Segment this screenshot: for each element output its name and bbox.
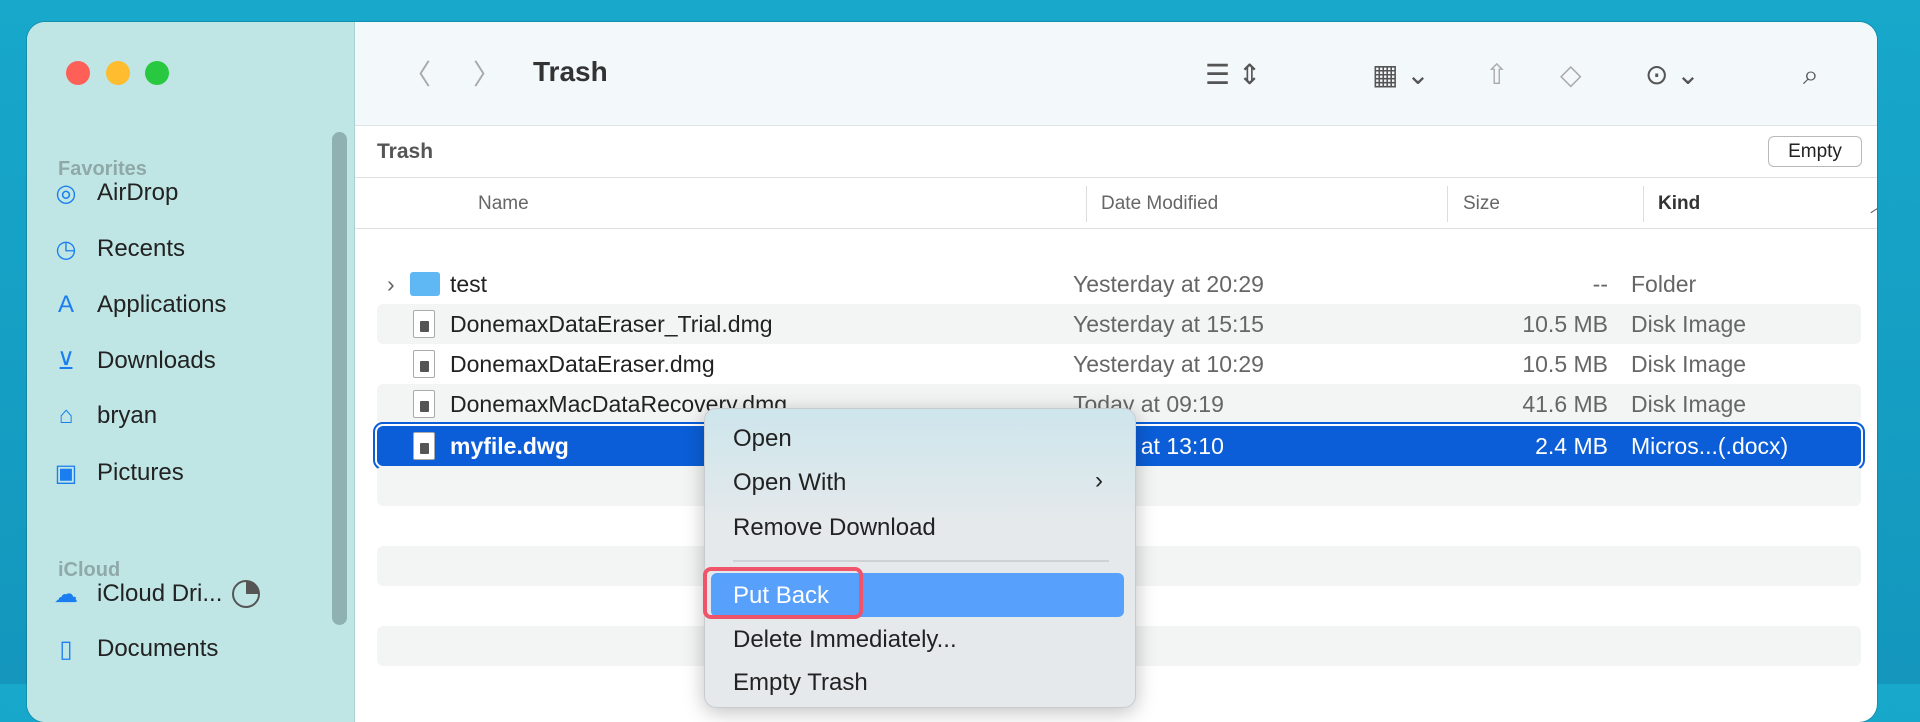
column-name[interactable]: Name	[478, 193, 529, 215]
toolbar: 〈 〉 Trash ☰ ⇕ ▦ ⌄ ⇧ ◇ ⊙ ⌄ ⌕	[355, 22, 1877, 126]
pictures-icon: ▣	[54, 459, 78, 487]
sidebar-item-recents[interactable]: ◷ Recents	[51, 231, 186, 267]
file-date: Yesterday at 20:29	[1073, 271, 1264, 297]
sync-progress-icon	[232, 580, 261, 608]
sidebar-item-icloud-drive[interactable]: ☁ iCloud Dri...	[51, 576, 261, 612]
file-icon	[413, 432, 435, 460]
sidebar-item-bryan[interactable]: ⌂ bryan	[51, 398, 157, 434]
path-bar: Trash Empty	[355, 126, 1877, 178]
more-actions-icon[interactable]: ⊙ ⌄	[1645, 60, 1700, 90]
table-row[interactable]: DonemaxDataEraser_Trial.dmg Yesterday at…	[377, 304, 1861, 344]
menu-item-remove-download[interactable]: Remove Download	[733, 514, 936, 542]
search-icon[interactable]: ⌕	[1803, 60, 1819, 90]
file-size: --	[1592, 271, 1608, 297]
file-date: Yesterday at 10:29	[1073, 351, 1264, 377]
file-date: Yesterday at 15:15	[1073, 311, 1264, 337]
list-view-icon[interactable]: ☰ ⇕	[1205, 60, 1261, 90]
minimize-button[interactable]	[106, 61, 130, 85]
empty-trash-button[interactable]: Empty	[1768, 136, 1862, 167]
group-by-icon[interactable]: ▦ ⌄	[1372, 60, 1430, 90]
forward-button[interactable]: 〉	[473, 60, 501, 90]
path-label: Trash	[377, 140, 434, 163]
sidebar-scrollbar[interactable]	[332, 132, 347, 625]
sort-ascending-icon: ︿	[1870, 193, 1877, 217]
file-kind: Disk Image	[1631, 311, 1747, 337]
file-name: myfile.dwg	[450, 433, 569, 459]
menu-item-open-with[interactable]: Open With	[733, 469, 846, 497]
share-icon[interactable]: ⇧	[1485, 60, 1508, 90]
column-divider	[1086, 186, 1087, 222]
zoom-button[interactable]	[145, 61, 169, 85]
file-kind: Disk Image	[1631, 391, 1747, 417]
window-title: Trash	[533, 56, 608, 87]
sidebar-item-downloads[interactable]: ⊻ Downloads	[51, 343, 216, 379]
table-row[interactable]: DonemaxDataEraser.dmg Yesterday at 10:29…	[377, 344, 1861, 384]
download-icon: ⊻	[57, 347, 75, 375]
submenu-chevron-icon: ›	[1095, 467, 1103, 494]
back-button[interactable]: 〈	[403, 60, 431, 90]
disk-image-icon	[413, 310, 435, 338]
file-size: 2.4 MB	[1535, 433, 1608, 459]
file-name: DonemaxDataEraser_Trial.dmg	[450, 311, 773, 337]
sidebar-item-pictures[interactable]: ▣ Pictures	[51, 455, 184, 491]
column-date[interactable]: Date Modified	[1101, 193, 1218, 215]
file-size: 10.5 MB	[1522, 311, 1608, 337]
column-size[interactable]: Size	[1463, 193, 1500, 215]
disk-image-icon	[413, 350, 435, 378]
file-size: 10.5 MB	[1522, 351, 1608, 377]
menu-item-delete-immediately[interactable]: Delete Immediately...	[733, 626, 957, 654]
column-headers: Name Date Modified Size Kind ︿	[355, 178, 1877, 229]
tag-icon[interactable]: ◇	[1560, 60, 1582, 90]
document-icon: ▯	[59, 635, 73, 663]
folder-icon	[410, 272, 440, 296]
menu-item-empty-trash[interactable]: Empty Trash	[733, 669, 868, 697]
menu-item-open[interactable]: Open	[733, 425, 792, 453]
sidebar: Favorites ◎ AirDrop ◷ Recents A Application…	[27, 22, 355, 722]
disk-image-icon	[413, 390, 435, 418]
file-size: 41.6 MB	[1522, 391, 1608, 417]
table-row[interactable]: › test Yesterday at 20:29 -- Folder	[377, 264, 1861, 304]
file-kind: Disk Image	[1631, 351, 1747, 377]
clock-icon: ◷	[55, 235, 77, 263]
sidebar-item-applications[interactable]: A Applications	[51, 287, 226, 323]
file-kind: Folder	[1631, 271, 1697, 297]
column-divider	[1447, 186, 1448, 222]
home-icon: ⌂	[58, 402, 74, 429]
airdrop-icon: ◎	[55, 179, 77, 207]
disclosure-chevron-icon[interactable]: ›	[387, 271, 395, 298]
file-name: test	[450, 271, 488, 297]
cloud-icon: ☁	[54, 580, 78, 608]
file-name: DonemaxDataEraser.dmg	[450, 351, 715, 377]
context-menu: Open Open With › Remove Download Put Bac…	[703, 408, 1136, 708]
file-kind: Micros...(.docx)	[1631, 433, 1789, 459]
sidebar-item-airdrop[interactable]: ◎ AirDrop	[51, 175, 179, 211]
applications-icon: A	[57, 291, 74, 318]
close-button[interactable]	[66, 61, 90, 85]
menu-separator	[733, 560, 1109, 562]
column-divider	[1643, 186, 1644, 222]
sidebar-item-documents[interactable]: ▯ Documents	[51, 631, 218, 667]
annotation-highlight-box	[703, 567, 863, 619]
column-kind[interactable]: Kind	[1658, 193, 1700, 215]
